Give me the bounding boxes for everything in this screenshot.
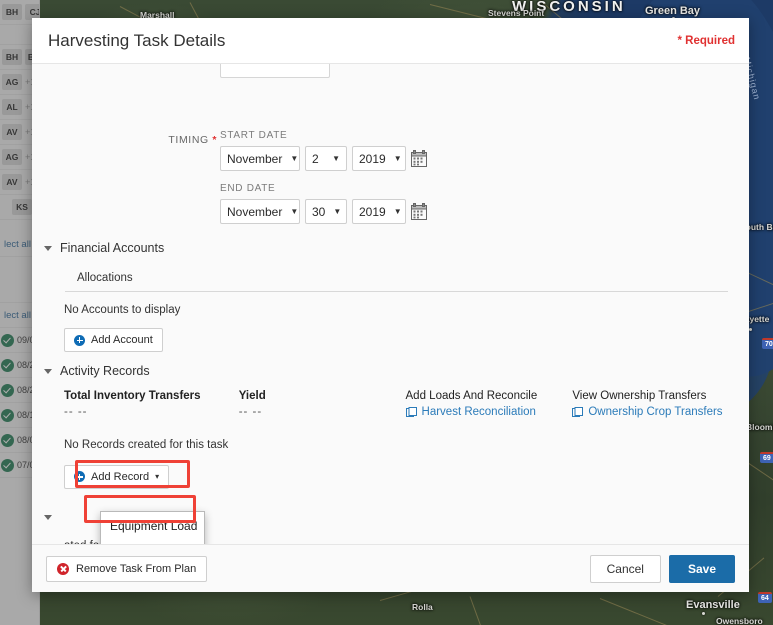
external-window-icon [572,406,584,418]
end-day-select[interactable]: 30 ▼ [305,199,347,224]
add-record-menu[interactable]: Equipment Load Area Covered Total Moistu… [100,511,205,544]
add-account-button[interactable]: Add Account [64,328,163,352]
column-header: Add Loads And Reconcile [405,390,538,402]
activity-records-section: Activity Records Total Inventory Transfe… [32,364,749,489]
start-month-select[interactable]: November ▼ [220,146,300,171]
required-asterisk: * [212,134,217,146]
start-day-select[interactable]: 2 ▼ [305,146,347,171]
highway-shield: 64 [758,592,772,603]
required-legend: * Required [677,34,735,47]
cancel-button[interactable]: Cancel [589,554,661,583]
timing-section: TIMING * START DATE November ▼ 2 ▼ 2019 … [32,130,749,236]
chevron-down-icon: ▼ [393,207,402,216]
add-account-label: Add Account [91,334,153,346]
menu-item-area-covered[interactable]: Area Covered [101,539,204,544]
chevron-down-icon[interactable] [44,245,52,251]
column-value: -- -- [64,406,88,418]
footer-actions: Cancel Save [589,554,735,583]
start-date-row: November ▼ 2 ▼ 2019 ▼ [220,146,749,171]
ownership-crop-transfers-label: Ownership Crop Transfers [588,406,723,418]
activity-records-header[interactable]: Activity Records [32,364,749,378]
highway-shield: 70 [762,338,773,349]
column-header: Yield [238,390,266,402]
harvest-reconciliation-link[interactable]: Harvest Reconciliation [405,406,536,418]
start-day-value: 2 [312,151,319,166]
start-year-value: 2019 [359,151,386,166]
summary-col-inventory-transfers: Total Inventory Transfers -- -- [64,390,239,421]
save-button[interactable]: Save [668,554,735,583]
column-value: -- -- [238,406,263,418]
dialog-footer: Remove Task From Plan Cancel Save [32,544,749,592]
chevron-down-icon: ▾ [155,472,160,481]
remove-task-label: Remove Task From Plan [76,562,197,575]
end-date-label: END DATE [220,183,276,194]
chevron-down-icon[interactable] [44,368,52,374]
end-date-row: November ▼ 30 ▼ 2019 ▼ [220,199,749,224]
chevron-down-icon: ▼ [290,154,299,163]
end-month-value: November [227,204,283,219]
calendar-icon[interactable] [411,203,427,220]
end-day-value: 30 [312,204,326,219]
financial-accounts-tabs: Allocations [65,269,728,292]
dialog-body[interactable]: TIMING * START DATE November ▼ 2 ▼ 2019 … [32,64,749,544]
screen: WISCONSIN Lake Michigan Marshall Stevens… [0,0,773,625]
tab-allocations[interactable]: Allocations [65,269,145,291]
calendar-icon[interactable] [411,150,427,167]
external-window-icon [405,406,417,418]
summary-col-view-ownership: View Ownership Transfers Ownership Crop … [572,390,749,421]
activity-records-summary: Total Inventory Transfers -- -- Yield --… [64,390,749,421]
chevron-down-icon: ▼ [393,154,402,163]
add-record-button[interactable]: Add Record ▾ [64,464,170,489]
financial-accounts-header[interactable]: Financial Accounts [32,241,749,255]
summary-col-add-loads: Add Loads And Reconcile Harvest Reconcil… [405,390,573,421]
dialog-header: Harvesting Task Details * Required [32,18,749,64]
financial-accounts-section: Financial Accounts Allocations No Accoun… [32,241,749,352]
end-month-select[interactable]: November ▼ [220,199,300,224]
chevron-down-icon[interactable] [44,515,52,520]
chevron-down-icon: ▼ [332,154,340,163]
column-header: View Ownership Transfers [572,390,707,402]
timing-label-text: TIMING [168,134,209,146]
remove-circle-icon [57,562,69,575]
map-city-dot [749,328,752,331]
harvest-reconciliation-label: Harvest Reconciliation [421,406,536,418]
plus-circle-icon [74,334,85,346]
financial-accounts-empty: No Accounts to display [64,304,181,316]
ownership-crop-transfers-link[interactable]: Ownership Crop Transfers [572,406,723,418]
column-header: Total Inventory Transfers [64,390,201,402]
chevron-down-icon: ▼ [290,207,299,216]
start-date-label: START DATE [220,130,288,141]
activity-records-empty: No Records created for this task [64,438,229,451]
financial-accounts-title: Financial Accounts [60,241,165,255]
menu-item-equipment-load[interactable]: Equipment Load [101,514,204,539]
start-year-select[interactable]: 2019 ▼ [352,146,406,171]
date-fields: START DATE November ▼ 2 ▼ 2019 ▼ END DAT… [220,130,749,224]
map-city-dot [702,612,705,615]
plus-circle-icon [74,471,85,482]
highway-shield: 69 [760,452,773,463]
end-year-select[interactable]: 2019 ▼ [352,199,406,224]
activity-records-title: Activity Records [60,364,150,378]
add-record-label: Add Record [91,470,150,483]
end-year-value: 2019 [359,204,386,219]
start-month-value: November [227,151,283,166]
scrolled-field-partial[interactable] [220,64,330,78]
summary-col-yield: Yield -- -- [239,390,406,421]
remove-task-button[interactable]: Remove Task From Plan [46,555,208,582]
task-details-dialog: Harvesting Task Details * Required TIMIN… [32,18,749,592]
page-title: Harvesting Task Details [48,30,226,50]
timing-label: TIMING * [137,134,217,146]
chevron-down-icon: ▼ [333,207,342,216]
